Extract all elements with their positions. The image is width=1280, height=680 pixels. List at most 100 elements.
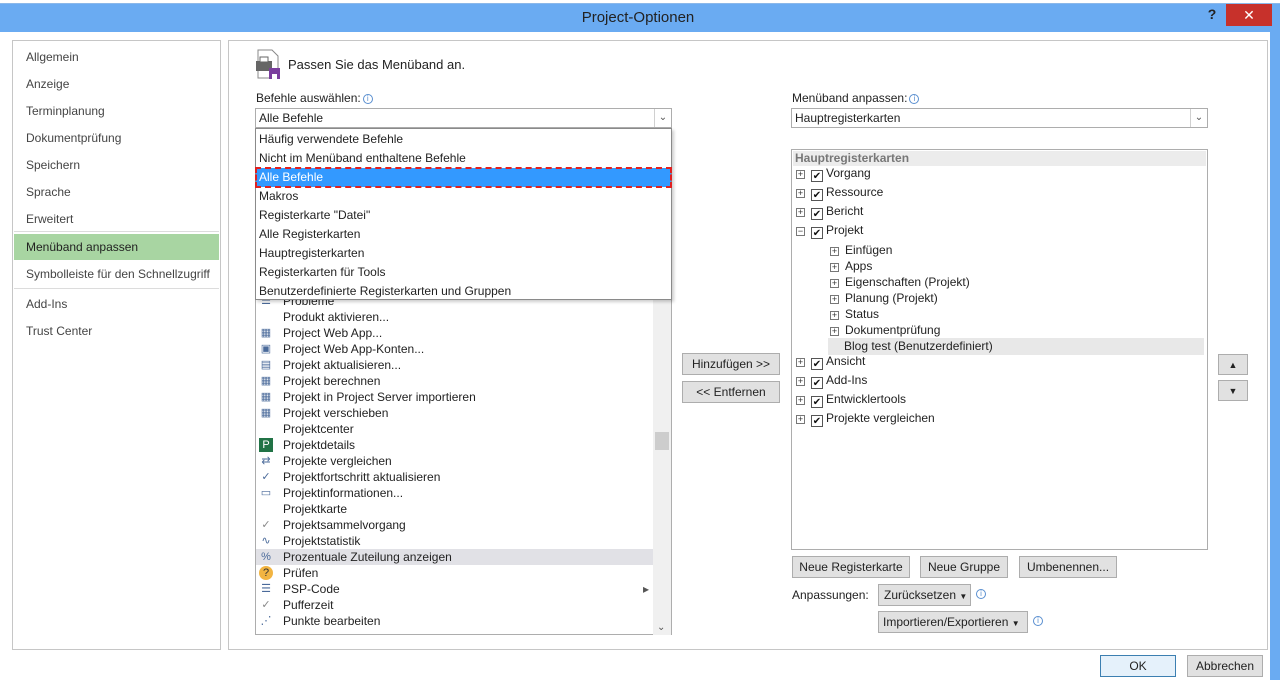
command-item[interactable]: Produkt aktivieren... [256, 309, 653, 325]
cancel-button[interactable]: Abbrechen [1187, 655, 1263, 677]
sidebar-item-menüband-anpassen[interactable]: Menüband anpassen [14, 234, 219, 260]
expand-icon[interactable]: + [796, 170, 805, 179]
expand-icon[interactable]: + [796, 415, 805, 424]
sidebar-item-add-ins[interactable]: Add-Ins [14, 291, 219, 317]
command-item[interactable]: ▭ Projektinformationen... [256, 485, 653, 501]
dropdown-option[interactable]: Hauptregisterkarten [256, 244, 671, 263]
checkbox[interactable]: ✔ [811, 396, 823, 408]
tree-node[interactable]: + Apps [830, 258, 1206, 275]
reset-button[interactable]: Zurücksetzen ▼ [878, 584, 971, 606]
help-button[interactable]: ? [1200, 6, 1224, 22]
checkbox[interactable]: ✔ [811, 170, 823, 182]
expand-icon[interactable]: + [830, 247, 839, 256]
dropdown-option[interactable]: Alle Befehle [255, 167, 672, 188]
chevron-down-icon[interactable]: ⌄ [654, 109, 671, 127]
command-item[interactable]: ▦ Projekt verschieben [256, 405, 653, 421]
command-item[interactable]: ▦ Projekt in Project Server importieren [256, 389, 653, 405]
scroll-down-icon[interactable]: ⌄ [657, 622, 665, 633]
expand-icon[interactable]: + [830, 295, 839, 304]
tree-node[interactable]: + ✔ Vorgang [796, 165, 1206, 182]
command-item[interactable]: ▣ Project Web App-Konten... [256, 341, 653, 357]
checkbox[interactable]: ✔ [811, 358, 823, 370]
tree-node[interactable]: + Status [830, 306, 1206, 323]
move-up-button[interactable]: ▲ [1218, 354, 1248, 375]
command-item[interactable]: ? Prüfen [256, 565, 653, 581]
ok-button[interactable]: OK [1100, 655, 1176, 677]
tree-node[interactable]: + ✔ Projekte vergleichen [796, 410, 1206, 427]
checkbox[interactable]: ✔ [811, 189, 823, 201]
command-item[interactable]: ✓ Projektsammelvorgang [256, 517, 653, 533]
dropdown-option[interactable]: Häufig verwendete Befehle [256, 130, 671, 149]
dropdown-option[interactable]: Registerkarten für Tools [256, 263, 671, 282]
scrollbar-thumb[interactable] [655, 432, 669, 450]
move-down-button[interactable]: ▼ [1218, 380, 1248, 401]
checkbox[interactable]: ✔ [811, 415, 823, 427]
sidebar-item-trust-center[interactable]: Trust Center [14, 318, 219, 344]
sidebar-item-symbolleiste-für-den-schnellzugriff[interactable]: Symbolleiste für den Schnellzugriff [14, 261, 219, 287]
new-tab-button[interactable]: Neue Registerkarte [792, 556, 910, 578]
new-group-button[interactable]: Neue Gruppe [920, 556, 1008, 578]
expand-icon[interactable]: + [796, 208, 805, 217]
command-item[interactable]: ✓ Projektfortschritt aktualisieren [256, 469, 653, 485]
checkbox[interactable]: ✔ [811, 208, 823, 220]
question-icon: ? [259, 566, 273, 580]
info-icon: i [1033, 616, 1043, 626]
tree-node[interactable]: + ✔ Ansicht [796, 353, 1206, 370]
command-item[interactable]: ✓ Pufferzeit [256, 597, 653, 613]
commands-dropdown[interactable]: Alle Befehle ⌄ [255, 108, 672, 128]
command-item[interactable]: Projektcenter [256, 421, 653, 437]
dropdown-option[interactable]: Alle Registerkarten [256, 225, 671, 244]
expand-icon[interactable]: + [796, 377, 805, 386]
expand-icon[interactable]: + [796, 189, 805, 198]
tree-node[interactable]: + ✔ Ressource [796, 184, 1206, 201]
add-button[interactable]: Hinzufügen >> [682, 353, 780, 375]
sidebar-item-erweitert[interactable]: Erweitert [14, 206, 219, 232]
dropdown-option[interactable]: Makros [256, 187, 671, 206]
ribbon-dropdown[interactable]: Hauptregisterkarten ⌄ [791, 108, 1208, 128]
expand-icon[interactable]: + [796, 396, 805, 405]
command-item[interactable]: ▦ Project Web App... [256, 325, 653, 341]
tree-node[interactable]: + Planung (Projekt) [830, 290, 1206, 307]
expand-icon[interactable]: + [830, 327, 839, 336]
expand-icon[interactable]: + [830, 311, 839, 320]
tree-node[interactable]: + Dokumentprüfung [830, 322, 1206, 339]
chevron-down-icon[interactable]: ⌄ [1190, 109, 1207, 127]
expand-icon[interactable]: + [830, 263, 839, 272]
tree-node[interactable]: + ✔ Add-Ins [796, 372, 1206, 389]
expand-icon[interactable]: + [830, 279, 839, 288]
tree-node[interactable]: + Eigenschaften (Projekt) [830, 274, 1206, 291]
sidebar-item-dokumentprüfung[interactable]: Dokumentprüfung [14, 125, 219, 151]
tree-node[interactable]: + ✔ Bericht [796, 203, 1206, 220]
checkbox[interactable]: ✔ [811, 377, 823, 389]
remove-button[interactable]: << Entfernen [682, 381, 780, 403]
sidebar-item-anzeige[interactable]: Anzeige [14, 71, 219, 97]
reset-label: Zurücksetzen [884, 588, 957, 602]
web-app-icon: ▦ [260, 327, 272, 339]
sidebar-item-sprache[interactable]: Sprache [14, 179, 219, 205]
command-item[interactable]: P Projektdetails [256, 437, 653, 453]
collapse-icon[interactable]: − [796, 227, 805, 236]
command-item[interactable]: ▦ Projekt berechnen [256, 373, 653, 389]
tree-node[interactable]: + Einfügen [830, 242, 1206, 259]
command-item[interactable]: ⇄ Projekte vergleichen [256, 453, 653, 469]
command-item[interactable]: ☰ PSP-Code ▸ [256, 581, 653, 597]
sidebar-item-terminplanung[interactable]: Terminplanung [14, 98, 219, 124]
tree-node[interactable]: + ✔ Entwicklertools [796, 391, 1206, 408]
sidebar-item-allgemein[interactable]: Allgemein [14, 44, 219, 70]
command-item[interactable]: ⋰ Punkte bearbeiten [256, 613, 653, 629]
rename-button[interactable]: Umbenennen... [1019, 556, 1117, 578]
dropdown-option[interactable]: Benutzerdefinierte Registerkarten und Gr… [256, 282, 671, 301]
command-item[interactable]: ∿ Projektstatistik [256, 533, 653, 549]
sidebar-item-speichern[interactable]: Speichern [14, 152, 219, 178]
import-export-button[interactable]: Importieren/Exportieren ▼ [878, 611, 1028, 633]
ribbon-tree[interactable]: Hauptregisterkarten + ✔ Vorgang + ✔ Ressource… [791, 149, 1208, 550]
command-item[interactable]: Projektkarte [256, 501, 653, 517]
dropdown-option[interactable]: Registerkarte "Datei" [256, 206, 671, 225]
expand-icon[interactable]: + [796, 358, 805, 367]
dropdown-option[interactable]: Nicht im Menüband enthaltene Befehle [256, 149, 671, 168]
tree-node[interactable]: − ✔ Projekt [796, 222, 1206, 239]
checkbox[interactable]: ✔ [811, 227, 823, 239]
command-item[interactable]: ▤ Projekt aktualisieren... [256, 357, 653, 373]
command-item[interactable]: % Prozentuale Zuteilung anzeigen [256, 549, 653, 565]
close-button[interactable]: ✕ [1226, 4, 1272, 26]
